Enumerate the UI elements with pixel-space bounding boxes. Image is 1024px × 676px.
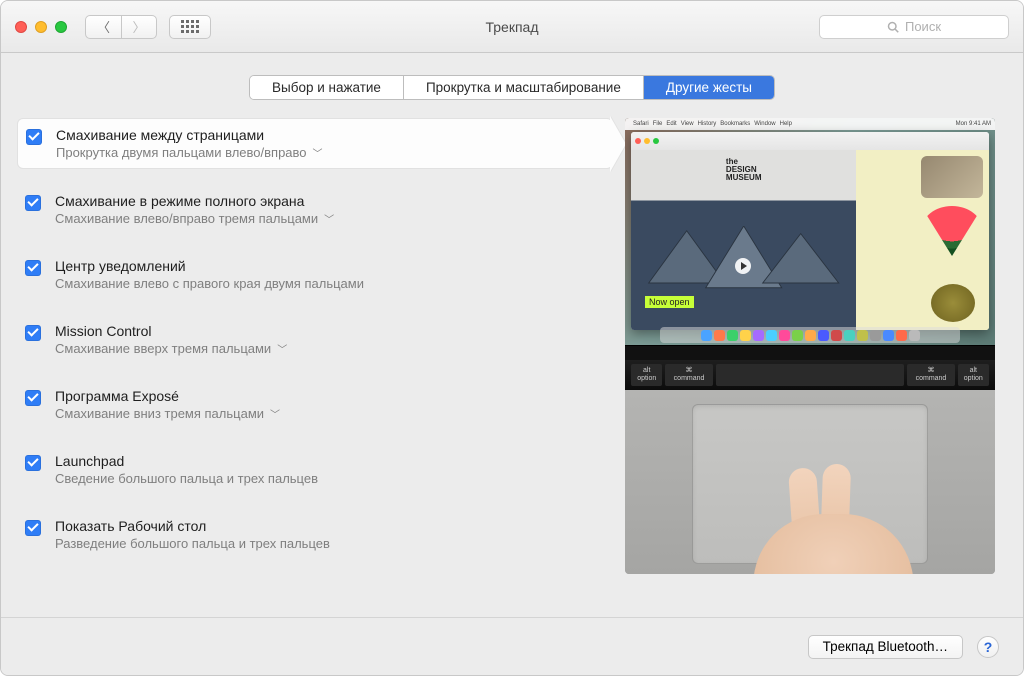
option-detail[interactable]: Смахивание вверх тремя пальцами﹀	[55, 341, 287, 356]
chevron-down-icon: ﹀	[324, 211, 334, 226]
option-label: Смахивание в режиме полного экрана	[55, 193, 334, 209]
tab-point-click[interactable]: Выбор и нажатие	[250, 76, 404, 99]
tab-scroll-zoom[interactable]: Прокрутка и масштабирование	[404, 76, 644, 99]
footer: Трекпад Bluetooth… ?	[1, 617, 1023, 675]
show-all-button[interactable]	[169, 15, 211, 39]
option-text: Смахивание в режиме полного экрана Смахи…	[55, 193, 334, 226]
tab-bar: Выбор и нажатие Прокрутка и масштабирова…	[1, 75, 1023, 100]
tab-more-gestures[interactable]: Другие жесты	[644, 76, 774, 99]
key-command-right: ⌘command	[907, 364, 954, 386]
bluetooth-trackpad-button[interactable]: Трекпад Bluetooth…	[808, 635, 963, 659]
checkbox[interactable]	[25, 260, 41, 276]
titlebar: 〈 〉 Трекпад Поиск	[1, 1, 1023, 53]
checkbox[interactable]	[25, 325, 41, 341]
laptop-illustration: SafariFileEditViewHistoryBookmarksWindow…	[625, 118, 995, 574]
key-space	[716, 364, 905, 386]
option-detail[interactable]: Смахивание влево/вправо тремя пальцами﹀	[55, 211, 334, 226]
option-swipe-pages[interactable]: Смахивание между страницами Прокрутка дв…	[17, 118, 613, 169]
option-detail[interactable]: Прокрутка двумя пальцами влево/вправо﹀	[56, 145, 323, 160]
macos-dock	[660, 327, 960, 343]
option-launchpad[interactable]: Launchpad Сведение большого пальца и тре…	[17, 445, 613, 494]
option-text: Программа Exposé Смахивание вниз тремя п…	[55, 388, 280, 421]
option-label: Mission Control	[55, 323, 287, 339]
chevron-down-icon: ﹀	[270, 406, 280, 421]
option-text: Смахивание между страницами Прокрутка дв…	[56, 127, 323, 160]
option-detail[interactable]: Смахивание вниз тремя пальцами﹀	[55, 406, 280, 421]
trackpad-area	[625, 390, 995, 574]
option-app-expose[interactable]: Программа Exposé Смахивание вниз тремя п…	[17, 380, 613, 429]
help-button[interactable]: ?	[977, 636, 999, 658]
design-museum-logo: the DESIGN MUSEUM	[726, 158, 762, 182]
laptop-screen: SafariFileEditViewHistoryBookmarksWindow…	[625, 118, 995, 346]
key-option-left: altoption	[631, 364, 662, 386]
safari-content: the DESIGN MUSEUM Now open	[631, 150, 989, 330]
key-option-right: altoption	[958, 364, 989, 386]
option-show-desktop[interactable]: Показать Рабочий стол Разведение большог…	[17, 510, 613, 559]
option-notification-center[interactable]: Центр уведомлений Смахивание влево с пра…	[17, 250, 613, 299]
prefs-window: 〈 〉 Трекпад Поиск Выбор и нажатие Прокру…	[0, 0, 1024, 676]
checkbox[interactable]	[25, 520, 41, 536]
safari-window: the DESIGN MUSEUM Now open	[631, 132, 989, 330]
touch-bar	[625, 346, 995, 360]
keyboard-row: altoption ⌘command ⌘command altoption	[625, 360, 995, 390]
option-text: Mission Control Смахивание вверх тремя п…	[55, 323, 287, 356]
main-area: Смахивание между страницами Прокрутка дв…	[1, 118, 1023, 617]
play-icon	[735, 258, 751, 274]
checkbox[interactable]	[25, 195, 41, 211]
window-controls	[15, 21, 67, 33]
nav-buttons: 〈 〉	[85, 15, 157, 39]
search-placeholder: Поиск	[905, 19, 941, 34]
safari-toolbar	[631, 132, 989, 150]
chevron-right-icon: 〉	[132, 17, 145, 36]
option-swipe-fullscreen[interactable]: Смахивание в режиме полного экрана Смахи…	[17, 185, 613, 234]
option-label: Показать Рабочий стол	[55, 518, 330, 534]
now-open-badge: Now open	[645, 296, 694, 308]
close-icon[interactable]	[15, 21, 27, 33]
chevron-left-icon: 〈	[97, 17, 110, 36]
grid-icon	[181, 20, 199, 33]
option-text: Показать Рабочий стол Разведение большог…	[55, 518, 330, 551]
product-pinecone	[931, 284, 975, 322]
option-detail: Смахивание влево с правого края двумя па…	[55, 276, 364, 291]
option-text: Центр уведомлений Смахивание влево с пра…	[55, 258, 364, 291]
window-title: Трекпад	[486, 19, 539, 35]
option-text: Launchpad Сведение большого пальца и тре…	[55, 453, 318, 486]
checkbox[interactable]	[26, 129, 42, 145]
option-label: Программа Exposé	[55, 388, 280, 404]
tabs: Выбор и нажатие Прокрутка и масштабирова…	[249, 75, 775, 100]
option-label: Центр уведомлений	[55, 258, 364, 274]
hand-illustration	[713, 464, 923, 574]
option-detail: Сведение большого пальца и трех пальцев	[55, 471, 318, 486]
search-input[interactable]: Поиск	[819, 15, 1009, 39]
search-icon	[887, 21, 899, 33]
option-label: Смахивание между страницами	[56, 127, 323, 143]
gesture-preview: SafariFileEditViewHistoryBookmarksWindow…	[625, 118, 995, 617]
chevron-down-icon: ﹀	[313, 145, 323, 160]
content: Выбор и нажатие Прокрутка и масштабирова…	[1, 53, 1023, 617]
checkbox[interactable]	[25, 455, 41, 471]
product-watermelon	[921, 206, 983, 256]
product-hanger	[921, 156, 983, 198]
option-detail: Разведение большого пальца и трех пальце…	[55, 536, 330, 551]
checkbox[interactable]	[25, 390, 41, 406]
forward-button[interactable]: 〉	[121, 15, 157, 39]
back-button[interactable]: 〈	[85, 15, 121, 39]
macos-menubar: SafariFileEditViewHistoryBookmarksWindow…	[625, 118, 995, 130]
minimize-icon[interactable]	[35, 21, 47, 33]
options-list: Смахивание между страницами Прокрутка дв…	[1, 118, 613, 617]
zoom-icon[interactable]	[55, 21, 67, 33]
chevron-down-icon: ﹀	[277, 341, 287, 356]
option-mission-control[interactable]: Mission Control Смахивание вверх тремя п…	[17, 315, 613, 364]
key-command-left: ⌘command	[665, 364, 712, 386]
option-label: Launchpad	[55, 453, 318, 469]
